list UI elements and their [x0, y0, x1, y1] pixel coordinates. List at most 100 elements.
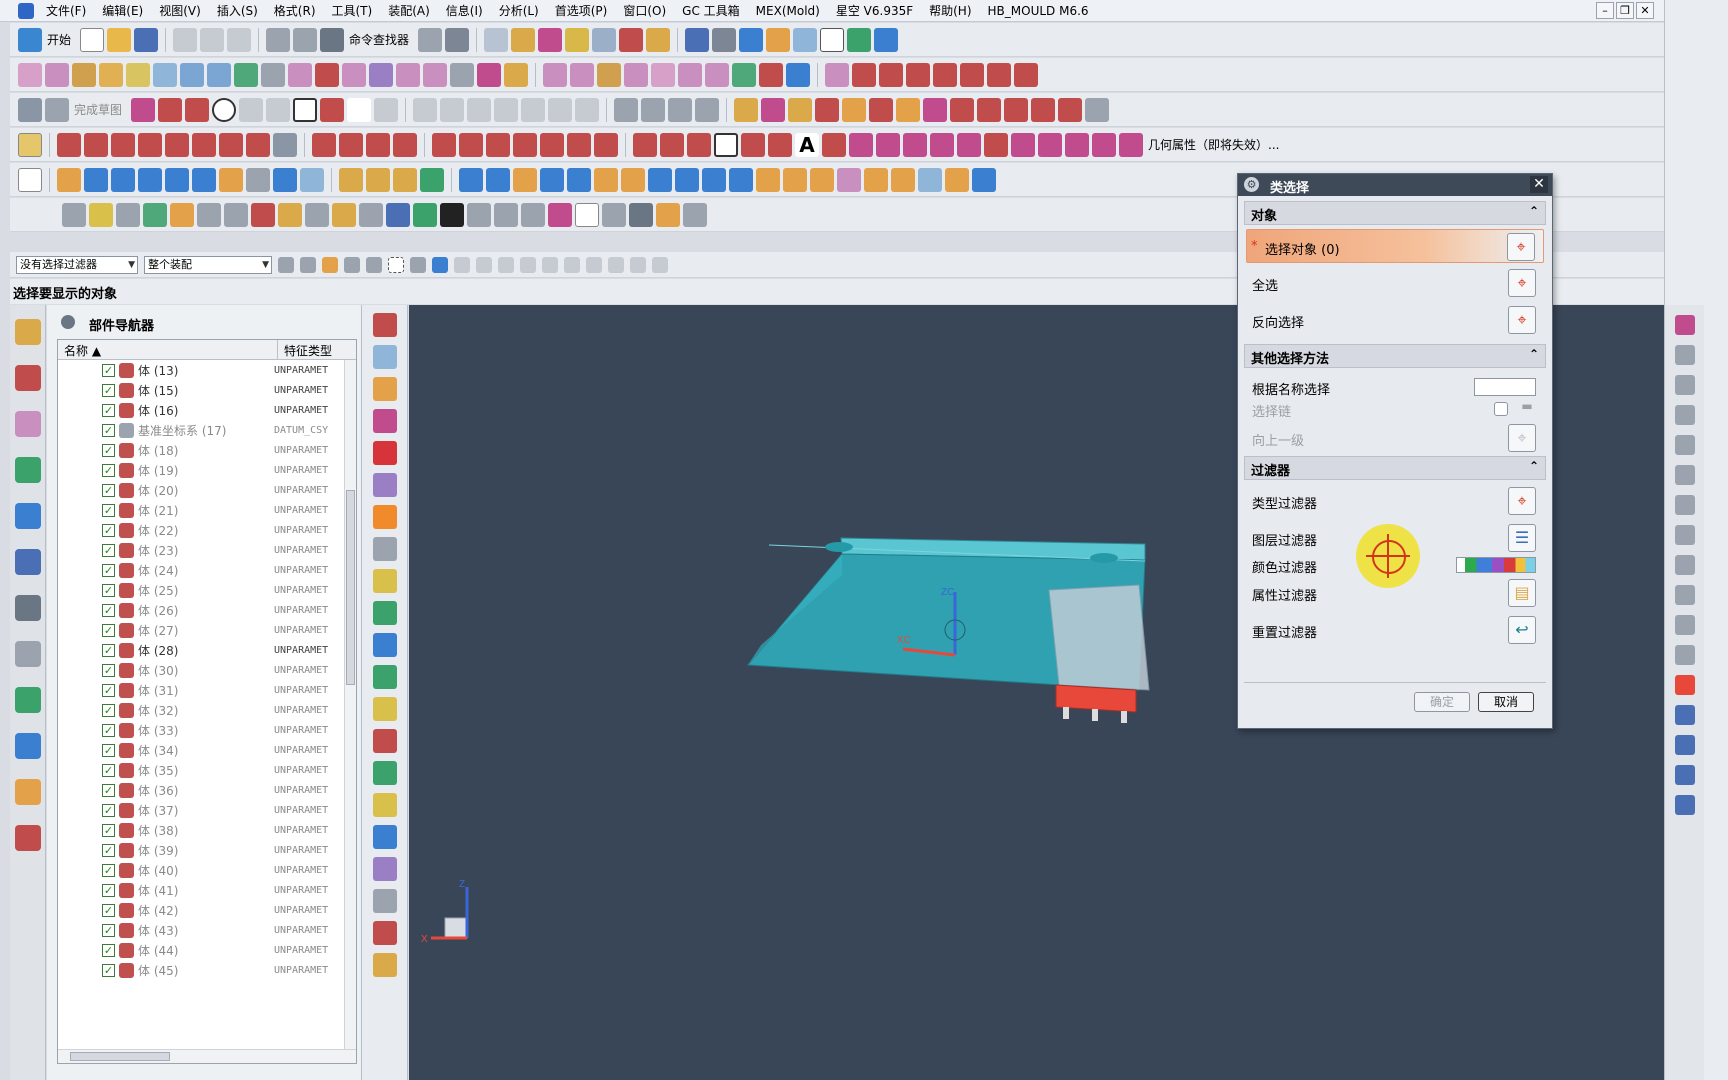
tool-icon[interactable]	[521, 202, 545, 227]
checkbox-checked-icon[interactable]: ✓	[102, 823, 115, 837]
menu-hb-mould[interactable]: HB_MOULD M6.6	[980, 4, 1097, 18]
tool-icon[interactable]	[874, 27, 899, 52]
checkbox-checked-icon[interactable]: ✓	[102, 863, 115, 877]
navigator-row[interactable]: ✓ 体 (19) UNPARAMET	[58, 460, 356, 480]
tool-icon[interactable]	[197, 202, 221, 227]
tool-icon[interactable]	[540, 132, 564, 157]
checkbox-checked-icon[interactable]: ✓	[102, 763, 115, 777]
tool-icon[interactable]	[366, 167, 390, 192]
navigator-row[interactable]: ✓ 体 (43) UNPARAMET	[58, 920, 356, 940]
scrollbar-thumb[interactable]	[346, 490, 355, 685]
tool-icon[interactable]	[513, 132, 537, 157]
checkbox-checked-icon[interactable]: ✓	[102, 923, 115, 937]
tool-icon[interactable]	[766, 27, 791, 52]
tool-icon[interactable]	[440, 97, 465, 122]
tool-icon[interactable]	[126, 62, 150, 87]
new-file-icon[interactable]	[80, 27, 105, 52]
attribute-filter-button[interactable]: ▤	[1508, 579, 1536, 607]
tool-icon[interactable]	[219, 167, 243, 192]
tool-icon[interactable]	[219, 132, 243, 157]
navigator-row[interactable]: ✓ 体 (39) UNPARAMET	[58, 840, 356, 860]
tool-icon[interactable]	[165, 132, 189, 157]
tool-icon[interactable]	[756, 167, 780, 192]
tool-icon[interactable]	[1675, 645, 1695, 665]
tool-icon[interactable]	[957, 132, 981, 157]
tool-icon[interactable]	[1675, 765, 1695, 785]
snap-icon[interactable]	[564, 256, 580, 273]
tool-icon[interactable]	[783, 167, 807, 192]
cancel-button[interactable]: 取消	[1478, 692, 1534, 712]
navigator-row[interactable]: ✓ 体 (36) UNPARAMET	[58, 780, 356, 800]
navigator-row[interactable]: ✓ 体 (24) UNPARAMET	[58, 560, 356, 580]
tool-icon[interactable]	[15, 825, 41, 851]
menu-mex-mold[interactable]: MEX(Mold)	[748, 4, 828, 18]
circle-icon[interactable]	[212, 97, 237, 122]
web-browser-icon[interactable]	[15, 503, 41, 529]
type-filter-button[interactable]: ⌖	[1508, 487, 1536, 515]
navigator-row[interactable]: ✓ 体 (37) UNPARAMET	[58, 800, 356, 820]
tool-icon[interactable]	[278, 202, 302, 227]
tool-icon[interactable]	[359, 202, 383, 227]
tool-icon[interactable]	[977, 97, 1002, 122]
checkbox-checked-icon[interactable]: ✓	[102, 643, 115, 657]
tool-icon[interactable]	[1675, 675, 1695, 695]
clock-icon[interactable]	[15, 595, 41, 621]
navigator-row[interactable]: ✓ 体 (15) UNPARAMET	[58, 380, 356, 400]
tool-icon[interactable]	[1675, 495, 1695, 515]
tool-icon[interactable]	[504, 62, 528, 87]
tool-icon[interactable]	[373, 633, 397, 657]
navigator-row[interactable]: ✓ 体 (30) UNPARAMET	[58, 660, 356, 680]
tool-icon[interactable]	[1675, 375, 1695, 395]
tool-icon[interactable]	[440, 202, 464, 227]
history-icon[interactable]	[15, 549, 41, 575]
tool-icon[interactable]	[459, 132, 483, 157]
name-column-header[interactable]: 名称 ▲	[58, 340, 278, 359]
tool-icon[interactable]	[373, 601, 397, 625]
navigator-row[interactable]: ✓ 体 (38) UNPARAMET	[58, 820, 356, 840]
tool-icon[interactable]	[89, 202, 113, 227]
tool-icon[interactable]	[741, 132, 765, 157]
navigator-row[interactable]: ✓ 体 (32) UNPARAMET	[58, 700, 356, 720]
tool-icon[interactable]	[332, 202, 356, 227]
checkbox-checked-icon[interactable]: ✓	[102, 783, 115, 797]
tool-icon[interactable]	[987, 62, 1011, 87]
dialog-title-bar[interactable]: ⚙ 类选择 ✕	[1238, 174, 1552, 196]
user-icon[interactable]	[15, 779, 41, 805]
menu-assembly[interactable]: 装配(A)	[380, 2, 438, 19]
tool-icon[interactable]	[418, 27, 443, 52]
tool-icon[interactable]	[1004, 97, 1029, 122]
tool-icon[interactable]	[396, 62, 420, 87]
command-finder-button[interactable]: 命令查找器	[349, 31, 409, 48]
up-one-level-button[interactable]: ⌖	[1508, 424, 1536, 452]
tool-icon[interactable]	[373, 505, 397, 529]
start-button[interactable]: 开始	[47, 31, 71, 48]
tool-icon[interactable]	[366, 132, 390, 157]
restore-button[interactable]: ❐	[1616, 2, 1634, 19]
tool-icon[interactable]	[445, 27, 470, 52]
constraint-navigator-icon[interactable]	[15, 365, 41, 391]
tool-icon[interactable]	[660, 132, 684, 157]
start-icon[interactable]	[18, 27, 42, 52]
render-style-icon[interactable]	[712, 27, 737, 52]
tool-icon[interactable]	[594, 167, 618, 192]
navigator-row[interactable]: ✓ 体 (41) UNPARAMET	[58, 880, 356, 900]
tool-icon[interactable]	[687, 132, 711, 157]
reuse-library-icon[interactable]	[15, 457, 41, 483]
tool-icon[interactable]	[960, 62, 984, 87]
navigator-row[interactable]: ✓ 体 (23) UNPARAMET	[58, 540, 356, 560]
tool-icon[interactable]	[1014, 62, 1038, 87]
tool-icon[interactable]	[373, 665, 397, 689]
tool-icon[interactable]	[761, 97, 786, 122]
select-tool-icon[interactable]	[432, 256, 448, 273]
checkbox-checked-icon[interactable]: ✓	[102, 363, 115, 377]
tool-icon[interactable]	[315, 62, 339, 87]
menu-view[interactable]: 视图(V)	[151, 2, 209, 19]
invert-selection-button[interactable]: ⌖	[1508, 306, 1536, 334]
tool-icon[interactable]	[1675, 735, 1695, 755]
tool-icon[interactable]	[918, 167, 942, 192]
insert-block[interactable]	[1048, 584, 1150, 691]
tool-icon[interactable]	[339, 167, 363, 192]
checkbox-checked-icon[interactable]: ✓	[102, 743, 115, 757]
snap-icon[interactable]	[542, 256, 558, 273]
tool-icon[interactable]	[339, 132, 363, 157]
